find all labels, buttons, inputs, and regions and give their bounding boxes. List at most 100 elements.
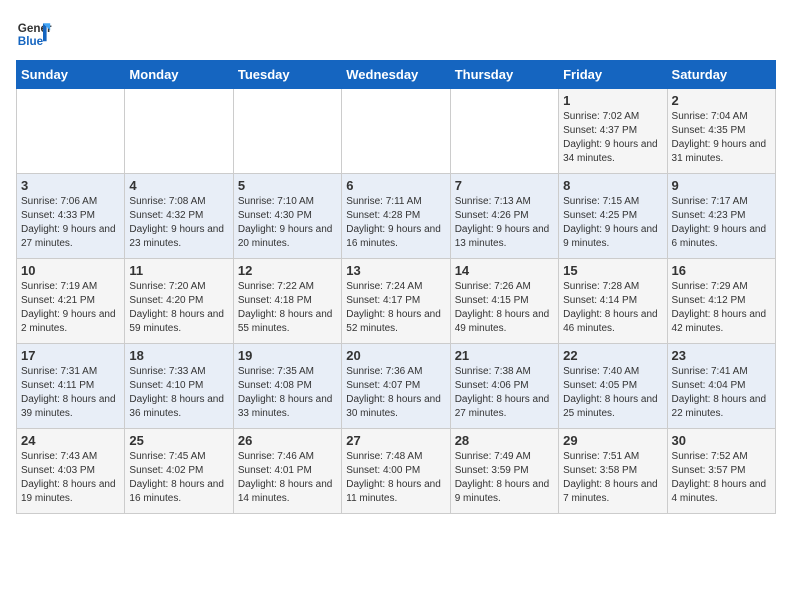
calendar-cell: 14 Sunrise: 7:26 AM Sunset: 4:15 PM Dayli… [450, 259, 558, 344]
day-number: 22 [563, 348, 662, 363]
calendar-cell: 12 Sunrise: 7:22 AM Sunset: 4:18 PM Dayli… [233, 259, 341, 344]
header-day-sunday: Sunday [17, 61, 125, 89]
calendar-cell: 20Sunrise: 7:36 AM Sunset: 4:07 PM Dayli… [342, 344, 450, 429]
calendar-cell: 21 Sunrise: 7:38 AM Sunset: 4:06 PM Dayli… [450, 344, 558, 429]
day-info: Sunrise: 7:48 AM Sunset: 4:00 PM Dayligh… [346, 450, 445, 506]
day-number: 17 [21, 348, 120, 363]
calendar-cell: 7 Sunrise: 7:13 AM Sunset: 4:26 PM Daylig… [450, 174, 558, 259]
day-info: Sunrise: 7:40 AM Sunset: 4:05 PM Dayligh… [563, 365, 662, 421]
day-number: 27 [346, 433, 445, 448]
calendar-cell: 15 Sunrise: 7:28 AM Sunset: 4:14 PM Dayli… [559, 259, 667, 344]
day-number: 7 [455, 178, 554, 193]
calendar-cell: 27 Sunrise: 7:48 AM Sunset: 4:00 PM Dayli… [342, 429, 450, 514]
day-info: Sunrise: 7:43 AM Sunset: 4:03 PM Dayligh… [21, 450, 120, 506]
day-info: Sunrise: 7:06 AM Sunset: 4:33 PM Dayligh… [21, 195, 120, 251]
calendar-cell: 22 Sunrise: 7:40 AM Sunset: 4:05 PM Dayli… [559, 344, 667, 429]
day-info: Sunrise: 7:22 AM Sunset: 4:18 PM Dayligh… [238, 280, 337, 336]
day-info: Sunrise: 7:38 AM Sunset: 4:06 PM Dayligh… [455, 365, 554, 421]
day-info: Sunrise: 7:10 AM Sunset: 4:30 PM Dayligh… [238, 195, 337, 251]
day-number: 25 [129, 433, 228, 448]
header-row: SundayMondayTuesdayWednesdayThursdayFrid… [17, 61, 776, 89]
calendar-cell [450, 89, 558, 174]
header-day-tuesday: Tuesday [233, 61, 341, 89]
calendar-cell: 3 Sunrise: 7:06 AM Sunset: 4:33 PM Daylig… [17, 174, 125, 259]
calendar-cell: 30 Sunrise: 7:52 AM Sunset: 3:57 PM Dayli… [667, 429, 775, 514]
calendar-header: SundayMondayTuesdayWednesdayThursdayFrid… [17, 61, 776, 89]
day-info: Sunrise: 7:02 AM Sunset: 4:37 PM Dayligh… [563, 110, 662, 166]
calendar-cell: 19 Sunrise: 7:35 AM Sunset: 4:08 PM Dayli… [233, 344, 341, 429]
logo-icon: General Blue [16, 16, 52, 52]
day-number: 8 [563, 178, 662, 193]
svg-text:Blue: Blue [18, 35, 44, 48]
day-info: Sunrise: 7:26 AM Sunset: 4:15 PM Dayligh… [455, 280, 554, 336]
calendar-cell [233, 89, 341, 174]
day-info: Sunrise: 7:33 AM Sunset: 4:10 PM Dayligh… [129, 365, 228, 421]
day-number: 1 [563, 93, 662, 108]
day-info: Sunrise: 7:45 AM Sunset: 4:02 PM Dayligh… [129, 450, 228, 506]
calendar-cell [17, 89, 125, 174]
day-info: Sunrise: 7:41 AM Sunset: 4:04 PM Dayligh… [672, 365, 771, 421]
day-info: Sunrise: 7:35 AM Sunset: 4:08 PM Dayligh… [238, 365, 337, 421]
header: General Blue [16, 16, 776, 52]
calendar-week-1: 1 Sunrise: 7:02 AM Sunset: 4:37 PM Daylig… [17, 89, 776, 174]
day-info: Sunrise: 7:17 AM Sunset: 4:23 PM Dayligh… [672, 195, 771, 251]
day-info: Sunrise: 7:15 AM Sunset: 4:25 PM Dayligh… [563, 195, 662, 251]
day-number: 19 [238, 348, 337, 363]
calendar-cell: 17Sunrise: 7:31 AM Sunset: 4:11 PM Dayli… [17, 344, 125, 429]
calendar-week-3: 10Sunrise: 7:19 AM Sunset: 4:21 PM Dayli… [17, 259, 776, 344]
day-number: 24 [21, 433, 120, 448]
day-info: Sunrise: 7:28 AM Sunset: 4:14 PM Dayligh… [563, 280, 662, 336]
day-number: 14 [455, 263, 554, 278]
calendar-body: 1 Sunrise: 7:02 AM Sunset: 4:37 PM Daylig… [17, 89, 776, 514]
day-number: 15 [563, 263, 662, 278]
day-number: 26 [238, 433, 337, 448]
header-day-friday: Friday [559, 61, 667, 89]
calendar-table: SundayMondayTuesdayWednesdayThursdayFrid… [16, 60, 776, 514]
logo: General Blue [16, 16, 52, 52]
calendar-cell: 9Sunrise: 7:17 AM Sunset: 4:23 PM Daylig… [667, 174, 775, 259]
day-number: 4 [129, 178, 228, 193]
calendar-cell: 29 Sunrise: 7:51 AM Sunset: 3:58 PM Dayli… [559, 429, 667, 514]
header-day-monday: Monday [125, 61, 233, 89]
day-info: Sunrise: 7:24 AM Sunset: 4:17 PM Dayligh… [346, 280, 445, 336]
calendar-cell: 5Sunrise: 7:10 AM Sunset: 4:30 PM Daylig… [233, 174, 341, 259]
calendar-cell [342, 89, 450, 174]
calendar-week-5: 24 Sunrise: 7:43 AM Sunset: 4:03 PM Dayli… [17, 429, 776, 514]
day-number: 11 [129, 263, 228, 278]
day-info: Sunrise: 7:52 AM Sunset: 3:57 PM Dayligh… [672, 450, 771, 506]
day-info: Sunrise: 7:49 AM Sunset: 3:59 PM Dayligh… [455, 450, 554, 506]
day-number: 12 [238, 263, 337, 278]
day-number: 3 [21, 178, 120, 193]
day-number: 16 [672, 263, 771, 278]
calendar-cell: 18Sunrise: 7:33 AM Sunset: 4:10 PM Dayli… [125, 344, 233, 429]
day-number: 21 [455, 348, 554, 363]
header-day-wednesday: Wednesday [342, 61, 450, 89]
day-info: Sunrise: 7:04 AM Sunset: 4:35 PM Dayligh… [672, 110, 771, 166]
calendar-cell: 24 Sunrise: 7:43 AM Sunset: 4:03 PM Dayli… [17, 429, 125, 514]
day-info: Sunrise: 7:11 AM Sunset: 4:28 PM Dayligh… [346, 195, 445, 251]
calendar-cell: 28 Sunrise: 7:49 AM Sunset: 3:59 PM Dayli… [450, 429, 558, 514]
calendar-cell: 11 Sunrise: 7:20 AM Sunset: 4:20 PM Dayli… [125, 259, 233, 344]
day-info: Sunrise: 7:36 AM Sunset: 4:07 PM Dayligh… [346, 365, 445, 421]
day-info: Sunrise: 7:51 AM Sunset: 3:58 PM Dayligh… [563, 450, 662, 506]
calendar-cell: 10Sunrise: 7:19 AM Sunset: 4:21 PM Dayli… [17, 259, 125, 344]
day-info: Sunrise: 7:19 AM Sunset: 4:21 PM Dayligh… [21, 280, 120, 336]
day-number: 29 [563, 433, 662, 448]
day-info: Sunrise: 7:29 AM Sunset: 4:12 PM Dayligh… [672, 280, 771, 336]
calendar-cell: 6 Sunrise: 7:11 AM Sunset: 4:28 PM Daylig… [342, 174, 450, 259]
day-info: Sunrise: 7:20 AM Sunset: 4:20 PM Dayligh… [129, 280, 228, 336]
day-info: Sunrise: 7:13 AM Sunset: 4:26 PM Dayligh… [455, 195, 554, 251]
calendar-week-4: 17Sunrise: 7:31 AM Sunset: 4:11 PM Dayli… [17, 344, 776, 429]
calendar-cell: 2Sunrise: 7:04 AM Sunset: 4:35 PM Daylig… [667, 89, 775, 174]
day-number: 28 [455, 433, 554, 448]
day-number: 30 [672, 433, 771, 448]
day-number: 13 [346, 263, 445, 278]
calendar-cell: 4Sunrise: 7:08 AM Sunset: 4:32 PM Daylig… [125, 174, 233, 259]
day-number: 23 [672, 348, 771, 363]
calendar-cell: 1 Sunrise: 7:02 AM Sunset: 4:37 PM Daylig… [559, 89, 667, 174]
calendar-cell: 26Sunrise: 7:46 AM Sunset: 4:01 PM Dayli… [233, 429, 341, 514]
day-number: 6 [346, 178, 445, 193]
header-day-thursday: Thursday [450, 61, 558, 89]
calendar-week-2: 3 Sunrise: 7:06 AM Sunset: 4:33 PM Daylig… [17, 174, 776, 259]
calendar-cell: 16 Sunrise: 7:29 AM Sunset: 4:12 PM Dayli… [667, 259, 775, 344]
